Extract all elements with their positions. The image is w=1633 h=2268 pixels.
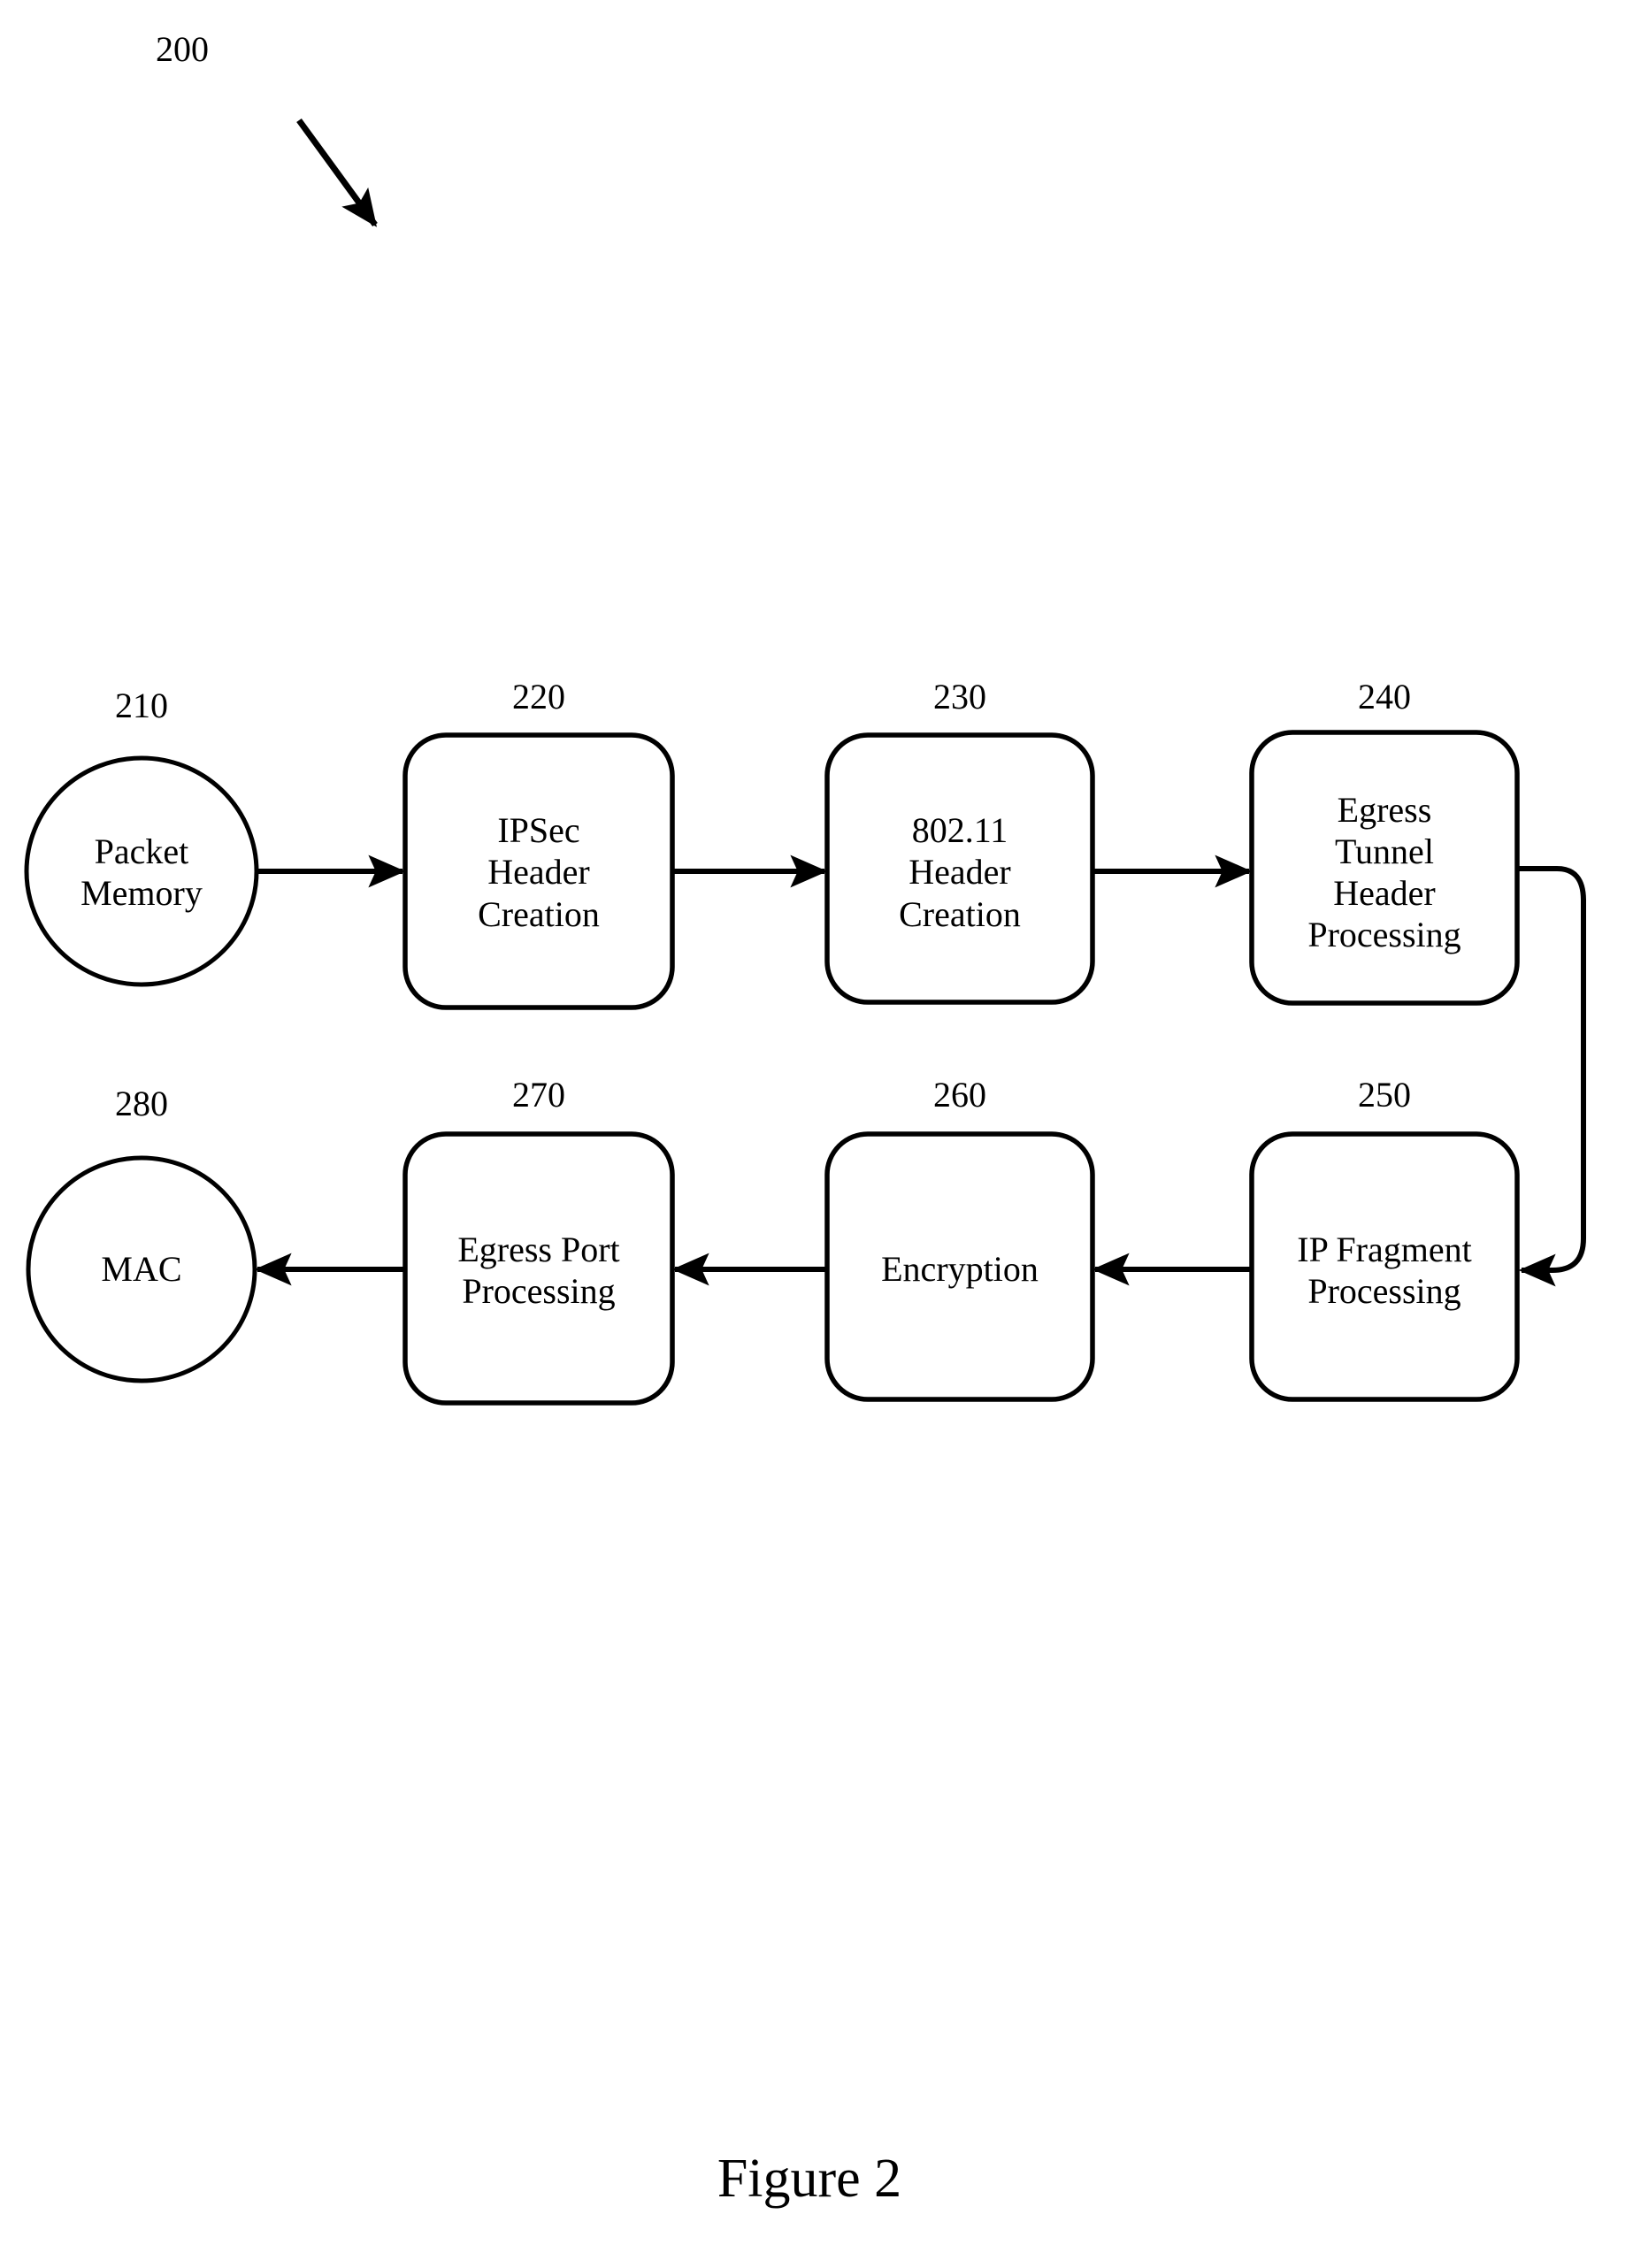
node-shape-260 [824, 1131, 1095, 1402]
node-shape-220 [402, 732, 675, 1010]
figure-page: 200 210 220 230 240 280 270 260 250 Pack… [0, 0, 1633, 2268]
diagram-canvas [24, 118, 1586, 1406]
diagram-id-leader-arrow [296, 118, 378, 227]
node-shape-210 [24, 755, 259, 987]
node-shape-230 [824, 732, 1095, 1005]
node-shape-280 [26, 1155, 257, 1383]
node-shape-270 [402, 1131, 675, 1406]
edge-240-to-250 [1517, 866, 1586, 1287]
figure-caption: Figure 2 [717, 2149, 902, 2209]
node-shape-240 [1249, 730, 1520, 1006]
node-shape-250 [1249, 1131, 1520, 1402]
